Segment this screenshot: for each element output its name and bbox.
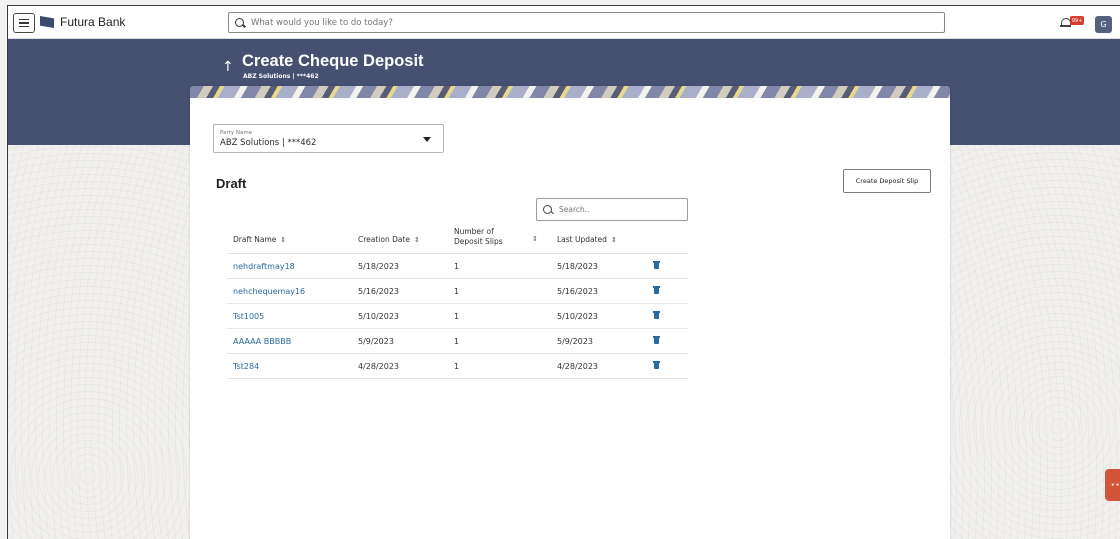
table-row: Tst284 4/28/2023 1 4/28/2023 [227,354,688,379]
deposit-slips-count: 1 [454,362,460,371]
party-name-select[interactable]: Party Name ABZ Solutions | ***462 [213,124,444,153]
draft-name-link[interactable]: AAAAA BBBBB [233,337,291,346]
table-row: nehchequemay16 5/16/2023 1 5/16/2023 [227,279,688,304]
column-label: Deposit Slips [454,237,503,246]
search-icon [543,204,553,215]
back-arrow-icon[interactable]: ↑ [222,59,234,75]
app-frame: Futura Bank 99+ G ↑ Create Cheque Deposi… [7,5,1120,539]
bank-logo-icon [40,16,54,28]
last-updated: 4/28/2023 [557,362,599,371]
table-search[interactable] [536,198,688,221]
menu-icon-line [19,25,29,28]
page-subtitle: ABZ Solutions | ***462 [243,73,319,80]
trash-icon[interactable] [653,361,660,369]
last-updated: 5/18/2023 [557,262,599,271]
sort-icon[interactable]: ⇕ [414,236,420,244]
creation-date: 4/28/2023 [358,362,400,371]
trash-icon[interactable] [653,286,660,294]
create-deposit-slip-button[interactable]: Create Deposit Slip [843,169,931,193]
draft-name-link[interactable]: Tst1005 [233,312,264,321]
caret-down-icon [423,137,431,142]
last-updated: 5/16/2023 [557,287,599,296]
column-header-last-updated[interactable]: Last Updated ⇕ [557,235,617,244]
column-label: Number of [454,227,494,236]
brand-logo[interactable]: Futura Bank [40,15,125,29]
table-header: Draft Name ⇕ Creation Date ⇕ Number of D… [227,224,688,254]
column-label: Draft Name [233,235,277,244]
party-name-label: Party Name [220,130,253,136]
avatar[interactable]: G [1095,16,1112,33]
creation-date: 5/16/2023 [358,287,400,296]
sort-icon[interactable]: ⇕ [280,236,286,244]
deposit-slips-count: 1 [454,337,460,346]
party-name-value: ABZ Solutions | ***462 [220,138,317,148]
draft-name-link[interactable]: Tst284 [233,362,259,371]
page-title: Create Cheque Deposit [242,52,424,70]
deposit-slips-count: 1 [454,312,460,321]
column-header-draft-name[interactable]: Draft Name ⇕ [233,235,286,244]
sort-icon[interactable]: ⇕ [532,235,538,243]
table-row: nehdraftmay18 5/18/2023 1 5/18/2023 [227,254,688,279]
table-row: Tst1005 5/10/2023 1 5/10/2023 [227,304,688,329]
top-bar: Futura Bank 99+ G [8,6,1120,39]
last-updated: 5/9/2023 [557,337,593,346]
column-label: Last Updated [557,235,607,244]
drafts-table: Draft Name ⇕ Creation Date ⇕ Number of D… [227,224,688,379]
column-header-creation-date[interactable]: Creation Date ⇕ [358,235,420,244]
column-label: Creation Date [358,235,411,244]
draft-name-link[interactable]: nehdraftmay18 [233,262,295,271]
sort-icon[interactable]: ⇕ [611,236,617,244]
creation-date: 5/10/2023 [358,312,400,321]
last-updated: 5/10/2023 [557,312,599,321]
trash-icon[interactable] [653,261,660,269]
column-header-deposit-slips[interactable]: Number of Deposit Slips [454,227,503,246]
search-icon [235,17,245,28]
table-search-input[interactable] [559,205,679,214]
menu-button[interactable] [13,13,35,33]
brand-name: Futura Bank [60,15,126,29]
draft-heading: Draft [216,176,247,191]
trash-icon[interactable] [653,311,660,319]
draft-name-link[interactable]: nehchequemay16 [233,287,305,296]
menu-icon-line [19,18,29,21]
creation-date: 5/9/2023 [358,337,394,346]
menu-icon-line [19,22,29,24]
chat-button[interactable]: ··· [1105,469,1120,501]
chat-icon: ··· [1110,479,1120,491]
deposit-slips-count: 1 [454,287,460,296]
trash-icon[interactable] [653,336,660,344]
decorative-stripe [190,86,950,98]
deposit-slips-count: 1 [454,262,460,271]
creation-date: 5/18/2023 [358,262,400,271]
notification-badge: 99+ [1070,16,1084,25]
global-search-input[interactable] [251,17,851,28]
content-card: Party Name ABZ Solutions | ***462 Draft … [190,86,950,539]
global-search[interactable] [228,12,945,33]
table-row: AAAAA BBBBB 5/9/2023 1 5/9/2023 [227,329,688,354]
